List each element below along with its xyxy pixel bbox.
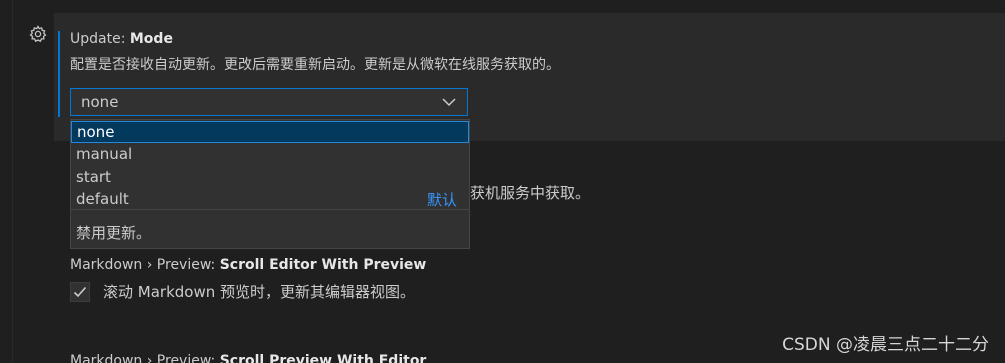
chevron-down-icon xyxy=(442,98,456,107)
setting-name: Scroll Editor With Preview xyxy=(219,257,427,273)
update-mode-description: 配置是否接收自动更新。更改后需要重新启动。更新是从微软在线服务获取的。 xyxy=(70,57,560,73)
setting-category: Markdown › Preview: xyxy=(70,257,216,273)
setting-name: Mode xyxy=(129,31,173,47)
option-label: start xyxy=(76,168,111,186)
option-label: none xyxy=(77,123,115,141)
check-icon xyxy=(73,286,87,298)
scroll-editor-title: Markdown › Preview: Scroll Editor With P… xyxy=(70,256,426,274)
dropdown-option-none[interactable]: none xyxy=(71,121,469,143)
dropdown-option-manual[interactable]: manual xyxy=(71,144,469,166)
obscured-description: 获机服务中获取。 xyxy=(470,184,591,202)
scroll-preview-title: Markdown › Preview: Scroll Preview With … xyxy=(70,352,426,363)
gear-icon[interactable] xyxy=(28,24,48,44)
left-gutter xyxy=(0,0,13,363)
update-mode-dropdown-list: none manual start default 默认 禁用更新。 xyxy=(70,119,470,249)
default-tag: 默认 xyxy=(426,191,457,209)
select-current-value: none xyxy=(81,93,119,111)
update-mode-title: Update: Mode xyxy=(70,30,173,48)
scroll-editor-checkbox[interactable] xyxy=(70,282,90,302)
setting-category: Markdown › Preview: xyxy=(70,353,216,363)
option-label: default xyxy=(76,190,129,208)
option-label: manual xyxy=(76,145,133,163)
dropdown-divider xyxy=(71,209,469,210)
csdn-watermark: CSDN @凌晨三点二十二分 xyxy=(782,335,989,355)
setting-category: Update: xyxy=(70,31,126,47)
option-description: 禁用更新。 xyxy=(76,224,152,242)
setting-name: Scroll Preview With Editor xyxy=(219,353,427,363)
scroll-editor-label: 滚动 Markdown 预览时，更新其编辑器视图。 xyxy=(103,283,415,301)
setting-focus-indicator xyxy=(58,31,60,117)
settings-editor: Update: Mode 配置是否接收自动更新。更改后需要重新启动。更新是从微软… xyxy=(0,0,1005,363)
dropdown-option-default[interactable]: default 默认 xyxy=(71,189,469,211)
update-mode-select[interactable]: none xyxy=(70,88,468,116)
dropdown-option-start[interactable]: start xyxy=(71,167,469,189)
